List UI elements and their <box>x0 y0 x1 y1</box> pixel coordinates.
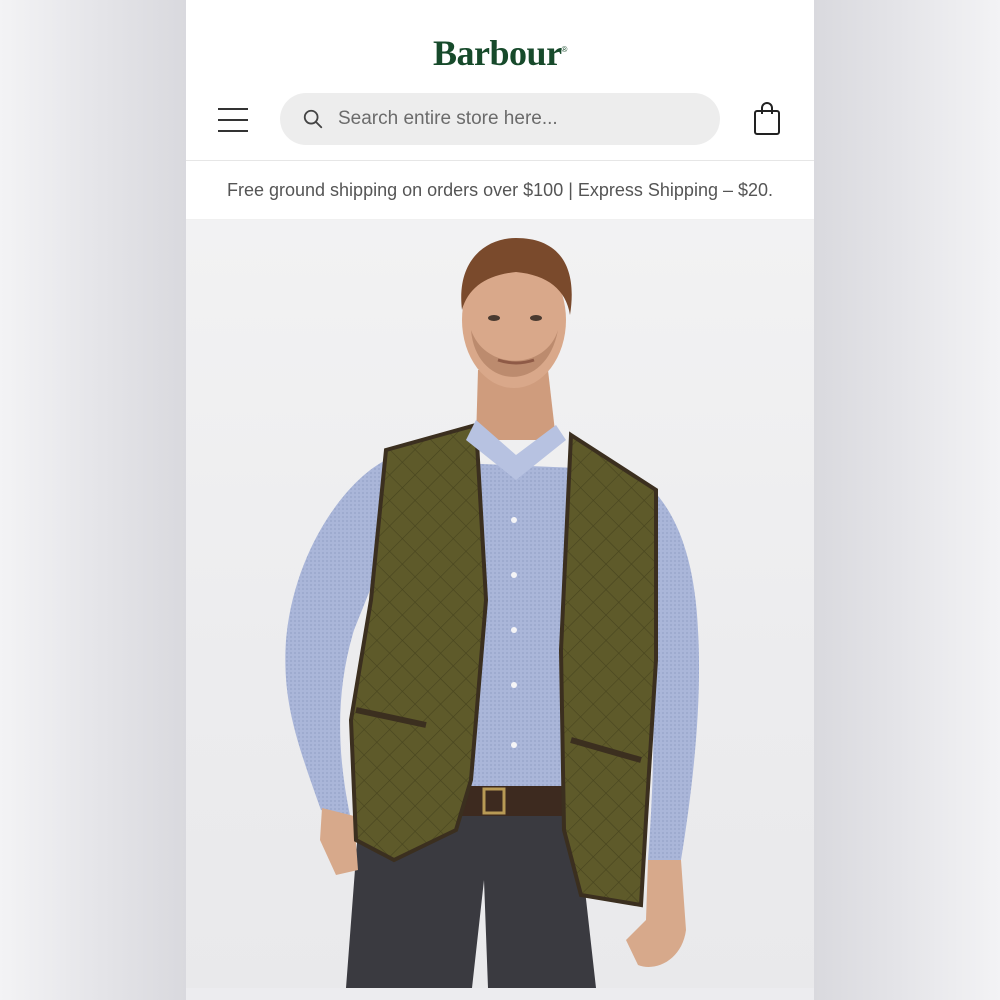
hero-image[interactable] <box>186 220 814 988</box>
shipping-promo-banner: Free ground shipping on orders over $100… <box>186 161 814 220</box>
search-input[interactable] <box>336 107 700 131</box>
brand-logo[interactable]: Barbour® <box>186 32 814 74</box>
search-icon <box>303 109 323 129</box>
mobile-page: Barbour® Free ground shipping on orders … <box>186 0 814 988</box>
brand-name: Barbour <box>433 33 562 73</box>
site-header: Barbour® <box>186 0 814 161</box>
menu-icon[interactable] <box>218 108 248 134</box>
search-bar[interactable] <box>280 93 720 145</box>
shopping-bag-icon[interactable] <box>752 102 782 136</box>
model-illustration <box>285 238 700 988</box>
background-blur-left <box>0 0 186 1000</box>
background-blur-right <box>814 0 1000 1000</box>
